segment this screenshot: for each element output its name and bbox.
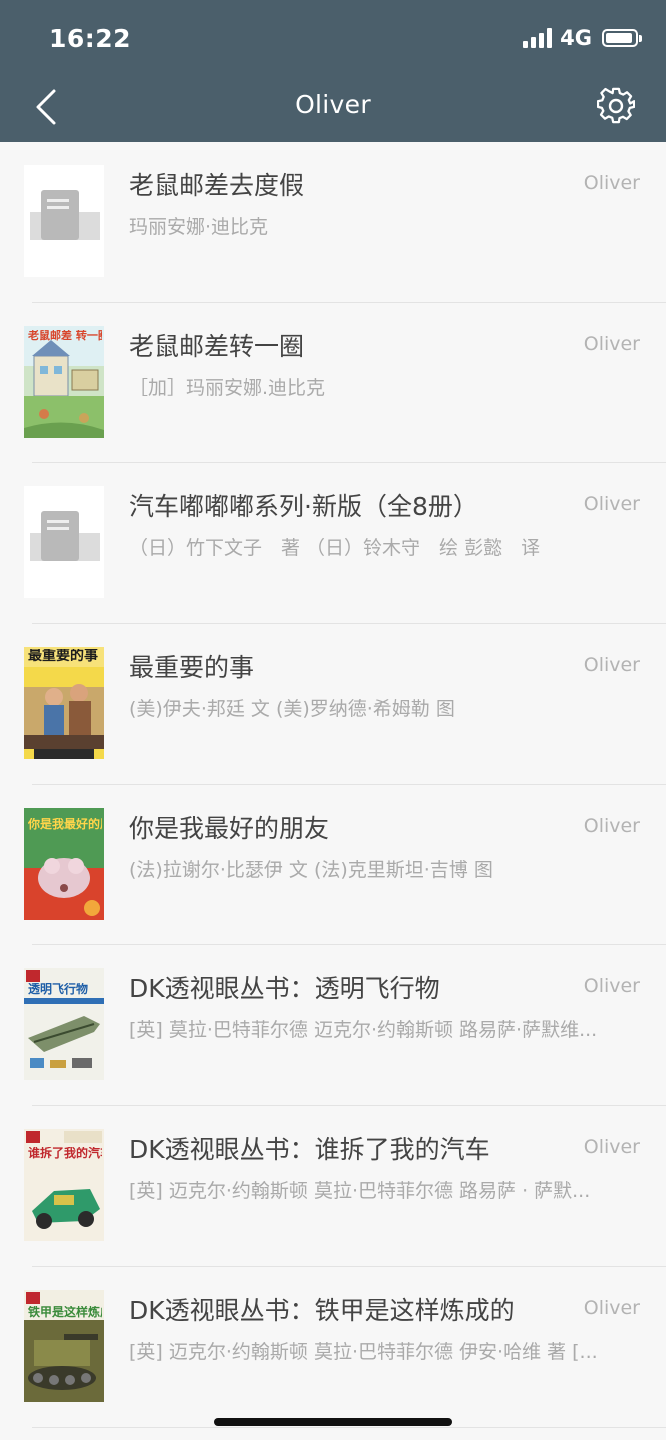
book-author: [英] 莫拉·巴特菲尔德 迈克尔·约翰斯顿 路易萨·萨默维... [129, 1019, 598, 1042]
book-row[interactable]: 透明飞行物 DK透视眼丛书：透明飞行物 Oliver [英] 莫拉·巴特菲尔德 … [0, 945, 666, 1106]
book-author: （日）竹下文子 著 （日）铃木守 绘 彭懿 译 [129, 537, 541, 560]
book-title: DK透视眼丛书：透明飞行物 [129, 974, 440, 1004]
book-title: 老鼠邮差去度假 [129, 171, 305, 200]
page-title: Oliver [295, 90, 371, 119]
book-title: 你是我最好的朋友 [129, 813, 330, 843]
home-indicator[interactable] [214, 1418, 452, 1426]
book-cover-image: 铁甲是这样炼成的 [24, 1289, 104, 1402]
book-list: 老鼠邮差去度假 Oliver 玛丽安娜·迪比克 老鼠邮差 转一圈 老鼠邮差转一圈… [0, 142, 666, 1428]
book-owner: Oliver [583, 172, 640, 194]
book-owner: Oliver [583, 1296, 640, 1319]
book-author: [英] 迈克尔·约翰斯顿 莫拉·巴特菲尔德 伊安·哈维 著 [... [129, 1340, 598, 1363]
gear-icon [597, 87, 635, 124]
book-row[interactable]: 汽车嘟嘟嘟系列·新版（全8册） Oliver （日）竹下文子 著 （日）铃木守 … [0, 463, 666, 624]
settings-button[interactable] [596, 86, 636, 126]
book-row[interactable]: 铁甲是这样炼成的 DK透视眼丛书：铁甲是这样炼成的 Oliver [英] 迈克尔… [0, 1267, 666, 1428]
book-cover-image: 谁拆了我的汽车 [24, 1129, 104, 1242]
top-bar: 16:22 4G Oliver [0, 0, 666, 142]
cover-text: 老鼠邮差 转一圈 [28, 329, 102, 341]
signal-icon [523, 28, 553, 48]
battery-icon [602, 29, 642, 47]
book-author: ［加］玛丽安娜.迪比克 [129, 376, 326, 399]
book-row[interactable]: 老鼠邮差去度假 Oliver 玛丽安娜·迪比克 [0, 142, 666, 303]
book-author: (美)伊夫·邦廷 文 (美)罗纳德·希姆勒 图 [129, 698, 455, 721]
book-owner: Oliver [583, 493, 640, 516]
cover-text: 谁拆了我的汽车 [28, 1147, 102, 1160]
book-owner: Oliver [583, 1136, 640, 1159]
book-title: DK透视眼丛书：谁拆了我的汽车 [129, 1135, 490, 1165]
book-row[interactable]: 最重要的事 最重要的事 Oliver (美)伊夫·邦廷 文 (美)罗纳德·希姆勒… [0, 624, 666, 785]
book-author: (法)拉谢尔·比瑟伊 文 (法)克里斯坦·吉博 图 [129, 858, 493, 881]
network-type: 4G [560, 26, 592, 50]
book-owner: Oliver [583, 332, 640, 355]
book-row[interactable]: 老鼠邮差 转一圈 老鼠邮差转一圈 Oliver ［加］玛丽安娜.迪比克 [0, 303, 666, 464]
book-cover-placeholder [24, 486, 104, 599]
book-author: [英] 迈克尔·约翰斯顿 莫拉·巴特菲尔德 路易萨 · 萨默... [129, 1180, 591, 1203]
book-author: 玛丽安娜·迪比克 [129, 216, 269, 238]
book-title: 汽车嘟嘟嘟系列·新版（全8册） [129, 492, 478, 522]
status-indicators: 4G [523, 26, 642, 50]
book-title: 老鼠邮差转一圈 [129, 331, 305, 361]
cover-text: 最重要的事 [28, 649, 98, 664]
book-title: 最重要的事 [129, 653, 255, 683]
cover-text: 你是我最好的朋友 [28, 817, 102, 830]
status-time: 16:22 [49, 24, 132, 53]
book-cover-placeholder [24, 165, 104, 277]
book-row[interactable]: 谁拆了我的汽车 DK透视眼丛书：谁拆了我的汽车 Oliver [英] 迈克尔·约… [0, 1106, 666, 1267]
cover-text: 透明飞行物 [28, 983, 89, 996]
book-cover-image: 透明飞行物 [24, 968, 104, 1081]
book-row[interactable]: 你是我最好的朋友 你是我最好的朋友 Oliver (法)拉谢尔·比瑟伊 文 (法… [0, 785, 666, 946]
book-cover-image: 老鼠邮差 转一圈 [24, 325, 104, 438]
book-title: DK透视眼丛书：铁甲是这样炼成的 [129, 1295, 515, 1325]
book-owner: Oliver [583, 814, 640, 837]
book-owner: Oliver [583, 975, 640, 998]
cover-text: 铁甲是这样炼成的 [28, 1305, 102, 1318]
book-cover-image: 最重要的事 [24, 647, 104, 760]
book-cover-image: 你是我最好的朋友 [24, 807, 104, 920]
book-owner: Oliver [583, 654, 640, 677]
